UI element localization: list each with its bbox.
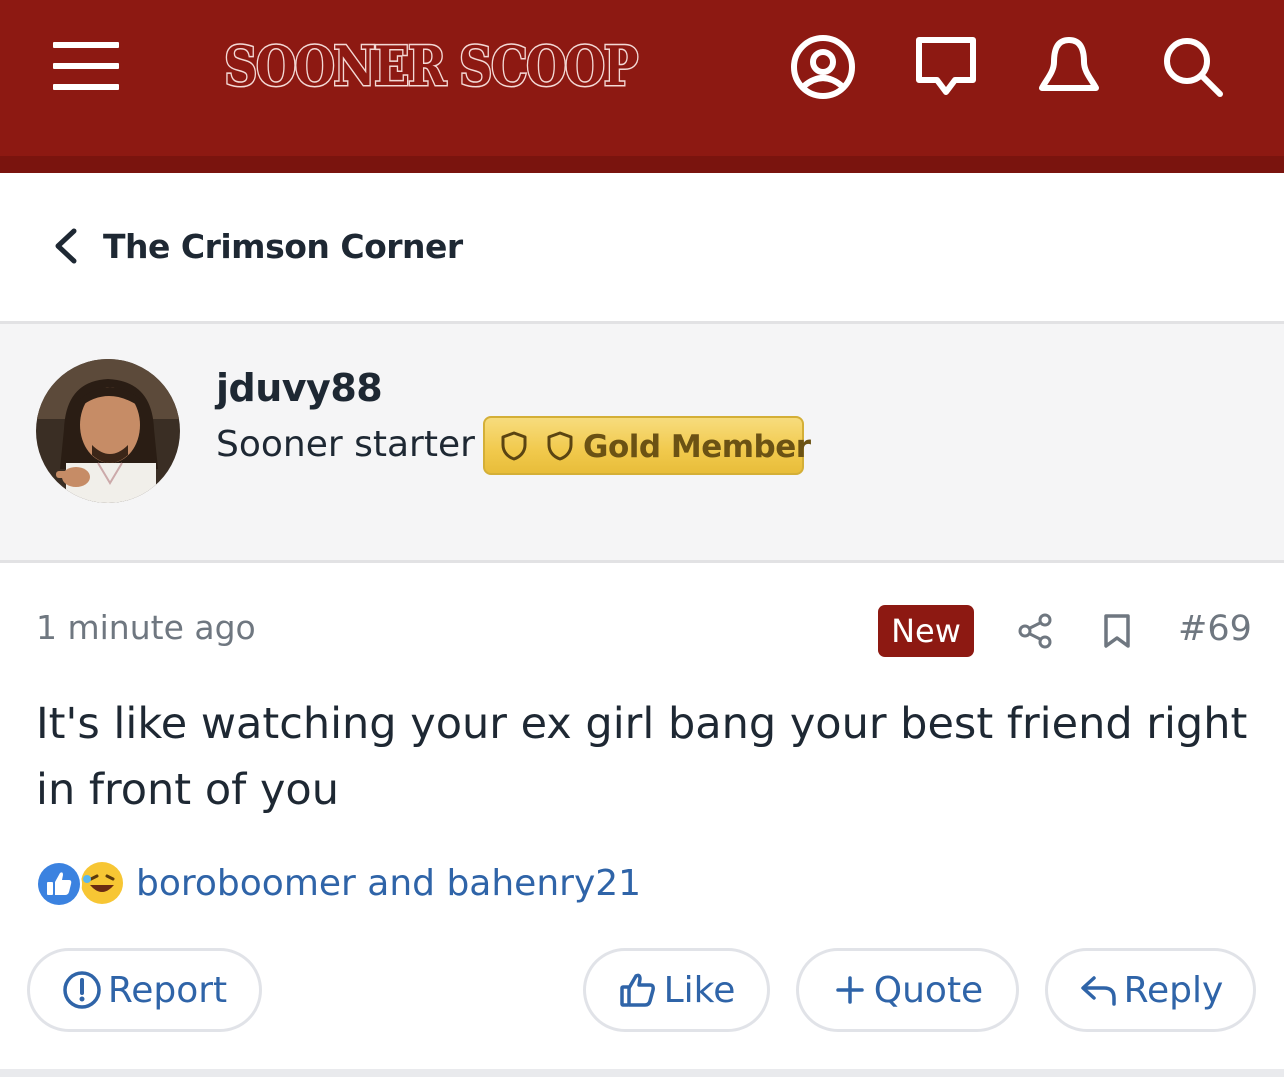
report-label: Report [107, 969, 228, 1011]
forum-title-link[interactable]: The Crimson Corner [103, 225, 463, 269]
quote-button[interactable]: Quote [796, 948, 1019, 1032]
site-logo-text: SOONER SCOOP [223, 33, 640, 100]
reply-button[interactable]: Reply [1045, 948, 1256, 1032]
laugh-icon [78, 859, 126, 907]
messages-icon[interactable] [913, 34, 979, 100]
search-icon[interactable] [1160, 34, 1226, 100]
gold-member-badge: Gold Member [483, 416, 811, 475]
reaction-icons[interactable] [36, 859, 128, 907]
share-icon[interactable] [1016, 612, 1054, 650]
alerts-icon[interactable] [1036, 34, 1102, 100]
user-title: Sooner starter [216, 424, 475, 465]
post-author-block: jduvy88 Sooner starter Gold Member [0, 324, 1284, 560]
report-button[interactable]: Report [27, 948, 262, 1032]
shield-icon [545, 430, 575, 462]
menu-icon[interactable] [53, 42, 119, 90]
reaction-users-link[interactable]: boroboomer and bahenry21 [136, 861, 641, 907]
like-label: Like [663, 969, 736, 1011]
avatar[interactable] [36, 359, 180, 503]
username-link[interactable]: jduvy88 [216, 364, 383, 412]
alert-circle-icon [63, 971, 101, 1009]
new-badge: New [878, 605, 974, 657]
reply-label: Reply [1123, 969, 1224, 1011]
post-number-link[interactable]: #69 [1178, 606, 1252, 652]
badge-label: Gold Member [583, 429, 811, 465]
plus-icon [836, 976, 864, 1004]
header-shadow [0, 156, 1284, 173]
top-navigation-bar: SOONER SCOOP [0, 0, 1284, 156]
post: 1 minute ago New #69 It's like watching … [0, 563, 1284, 1077]
bookmark-icon[interactable] [1102, 613, 1132, 649]
account-icon[interactable] [790, 34, 856, 100]
site-logo[interactable]: SOONER SCOOP [223, 30, 646, 102]
back-chevron-icon[interactable] [50, 225, 82, 267]
post-body: It's like watching your ex girl bang you… [36, 699, 1248, 815]
shield-icon [499, 430, 529, 462]
divider [0, 1069, 1284, 1077]
like-button[interactable]: Like [583, 948, 770, 1032]
like-icon [36, 861, 82, 907]
quote-label: Quote [873, 969, 984, 1011]
reply-arrow-icon [1080, 976, 1116, 1006]
post-timestamp[interactable]: 1 minute ago [36, 606, 256, 650]
breadcrumb: The Crimson Corner [0, 173, 1284, 321]
thumbs-up-icon [619, 973, 655, 1007]
